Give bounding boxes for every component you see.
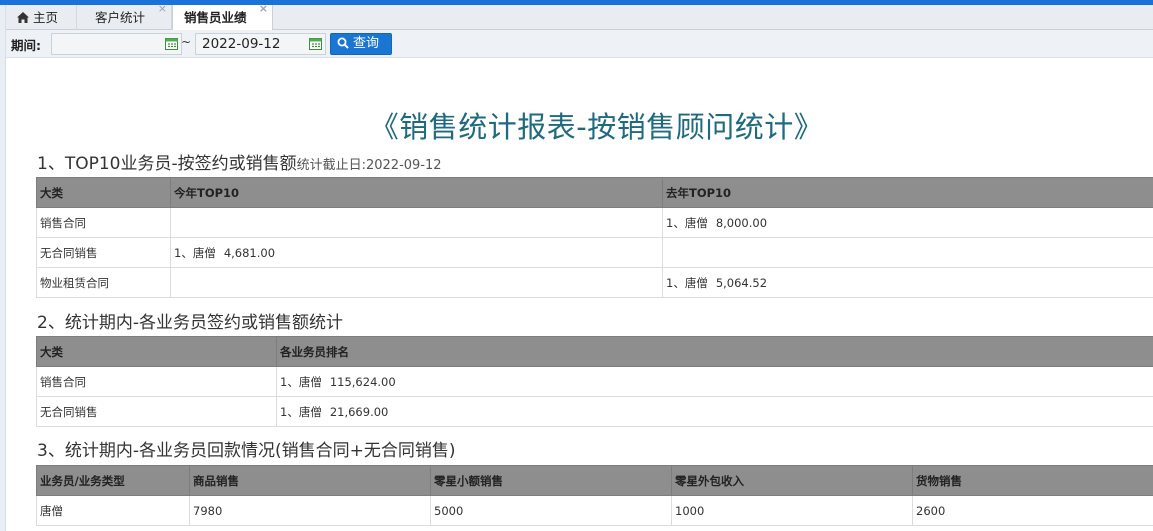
category-cell: 销售合同	[36, 207, 171, 238]
calendar-icon[interactable]	[309, 37, 322, 50]
table-row: 无合同销售 1、唐僧 21,669.00	[36, 396, 1153, 427]
column-header: 各业务员排名	[276, 336, 1153, 367]
date-range-separator: ~	[181, 35, 192, 49]
table-header-row: 业务员/业务类型 商品销售 零星小额销售 零星外包收入 货物销售	[36, 465, 1153, 496]
start-date-input[interactable]	[51, 33, 182, 55]
cargo-sales-cell: 2600	[912, 495, 1153, 526]
calendar-icon[interactable]	[165, 37, 178, 50]
period-label: 期间:	[11, 38, 41, 53]
tab-bar: 主页 客户统计 × 销售员业绩 ×	[6, 3, 1153, 31]
column-header: 大类	[36, 177, 171, 208]
category-cell: 物业租赁合同	[36, 267, 171, 298]
tab-label: 销售员业绩	[184, 10, 247, 25]
goods-sales-cell: 7980	[189, 495, 431, 526]
rank-text: 1、唐僧	[666, 275, 708, 290]
rank-text: 1、唐僧	[280, 374, 322, 389]
amount-text: 4,681.00	[223, 245, 276, 260]
column-header: 大类	[36, 336, 277, 367]
ranking-table: 大类 各业务员排名 销售合同 1、唐僧 115,624.00 无合同销售 1、唐僧…	[36, 336, 1153, 427]
last-year-cell	[662, 237, 1153, 268]
close-icon[interactable]: ×	[259, 3, 268, 15]
amount-text: 5,064.52	[715, 275, 768, 290]
tab-home[interactable]: 主页	[6, 5, 77, 30]
category-cell: 无合同销售	[36, 396, 277, 427]
left-frame-edge	[0, 5, 6, 531]
ranking-cell: 1、唐僧 21,669.00	[276, 396, 1153, 427]
tab-sales-performance[interactable]: 销售员业绩 ×	[172, 3, 273, 31]
rank-text: 1、唐僧	[174, 245, 216, 260]
amount-text: 8,000.00	[715, 215, 768, 230]
top10-table: 大类 今年TOP10 去年TOP10 销售合同 1、唐僧 8,000.00 无合同…	[36, 177, 1153, 298]
column-header: 去年TOP10	[662, 177, 1153, 208]
last-year-cell: 1、唐僧 5,064.52	[662, 267, 1153, 298]
query-button-label: 查询	[353, 36, 380, 51]
table-row: 无合同销售 1、唐僧 4,681.00	[36, 237, 1153, 268]
column-header: 零星小额销售	[430, 465, 672, 496]
table-header-row: 大类 各业务员排名	[36, 336, 1153, 367]
close-icon[interactable]: ×	[158, 3, 167, 15]
column-header: 零星外包收入	[671, 465, 913, 496]
column-header: 货物销售	[912, 465, 1153, 496]
salesperson-cell: 唐僧	[36, 495, 190, 526]
section-3-heading: 3、统计期内-各业务员回款情况(销售合同+无合同销售)	[37, 441, 456, 461]
rank-text: 1、唐僧	[280, 404, 322, 419]
amount-text: 21,669.00	[329, 404, 389, 419]
table-row: 销售合同 1、唐僧 115,624.00	[36, 366, 1153, 397]
column-header: 今年TOP10	[170, 177, 663, 208]
tab-customer-stats[interactable]: 客户统计 ×	[84, 3, 172, 30]
column-header: 商品销售	[189, 465, 431, 496]
section-2-heading: 2、统计期内-各业务员签约或销售额统计	[37, 313, 343, 333]
last-year-cell: 1、唐僧 8,000.00	[662, 207, 1153, 238]
filter-bar: 期间: ~ 2022-09-12 查询	[6, 30, 1153, 58]
end-date-input[interactable]: 2022-09-12	[195, 33, 326, 55]
column-header: 业务员/业务类型	[36, 465, 190, 496]
home-icon	[17, 12, 29, 23]
report-title: 《销售统计报表-按销售顾问统计》	[369, 110, 824, 144]
payment-table: 业务员/业务类型 商品销售 零星小额销售 零星外包收入 货物销售 唐僧 7980…	[36, 465, 1153, 526]
section-1-cutoff: 统计截止日:2022-09-12	[296, 158, 442, 173]
table-row: 销售合同 1、唐僧 8,000.00	[36, 207, 1153, 238]
query-button[interactable]: 查询	[330, 33, 392, 55]
table-header-row: 大类 今年TOP10 去年TOP10	[36, 177, 1153, 208]
amount-text: 115,624.00	[329, 374, 396, 389]
outsourcing-income-cell: 1000	[671, 495, 913, 526]
table-row: 唐僧 7980 5000 1000 2600	[36, 495, 1153, 526]
this-year-cell	[170, 207, 663, 238]
category-cell: 销售合同	[36, 366, 277, 397]
table-row: 物业租赁合同 1、唐僧 5,064.52	[36, 267, 1153, 298]
this-year-cell: 1、唐僧 4,681.00	[170, 237, 663, 268]
tab-label: 主页	[33, 10, 59, 25]
section-1-heading: 1、TOP10业务员-按签约或销售额统计截止日:2022-09-12	[37, 149, 442, 174]
this-year-cell	[170, 267, 663, 298]
search-icon	[337, 37, 349, 49]
category-cell: 无合同销售	[36, 237, 171, 268]
ranking-cell: 1、唐僧 115,624.00	[276, 366, 1153, 397]
small-sales-cell: 5000	[430, 495, 672, 526]
end-date-value: 2022-09-12	[202, 36, 281, 52]
rank-text: 1、唐僧	[666, 215, 708, 230]
tab-label: 客户统计	[95, 10, 146, 25]
section-1-title: 1、TOP10业务员-按签约或销售额	[37, 154, 297, 174]
